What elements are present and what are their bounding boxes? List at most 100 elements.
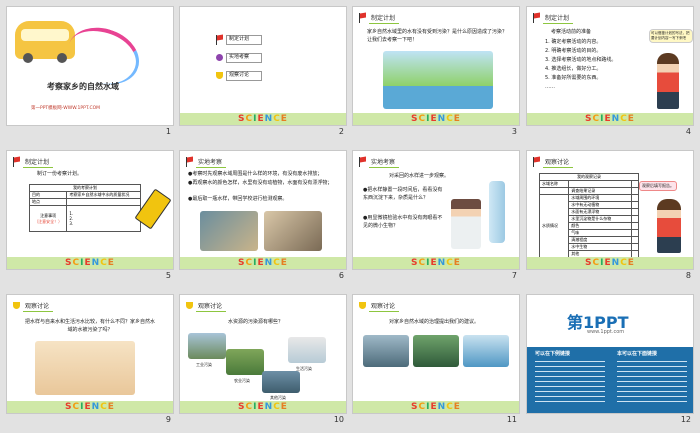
table-row: 注意事项 （注意安全！） 1. 2. 3. (28, 205, 141, 232)
observation-table: 我的观察记录 水域名称 调查结果记录 水质情况 水域周围的环境 水中有无动植物 水… (538, 173, 639, 258)
slide-thumbnail-7[interactable]: 实地考察 对采回的水样进一步观察。 ●把水样静置一段时间后，看看没有东西沉淀下来… (353, 151, 519, 282)
slide-number: 5 (165, 271, 171, 280)
children-studying-illustration (35, 341, 135, 395)
water-bottle-illustration (489, 181, 505, 243)
science-wordmark: SCIENCE (411, 402, 461, 412)
speech-bubble: 可以借鉴计划的写法，把要计划内容一写下来吧 (649, 29, 693, 43)
science-letter: C (418, 258, 427, 268)
slide-8-card: 观察讨论 我的观察记录 水域名称 调查结果记录 水质情况 水域周围的环境 水中有无… (527, 151, 693, 269)
slide-footer: SCIENCE (180, 257, 346, 269)
science-letter: E (280, 402, 288, 412)
slide-7-card: 实地考察 对采回的水样进一步观察。 ●把水样静置一段时间后，看看没有东西沉淀下来… (353, 151, 519, 269)
science-letter: N (437, 402, 447, 412)
science-letter: N (91, 258, 101, 268)
link-list-left (535, 361, 605, 405)
footer-link[interactable]: 第一PPT模板网-WWW.1PPT.COM (31, 105, 100, 113)
teacher-illustration (657, 199, 681, 253)
water-treatment-photo-3 (463, 335, 509, 367)
table-row: 目的 考察家乡自然水域中水的质量状况 (28, 191, 141, 199)
link-list-right (617, 361, 687, 405)
science-letter: C (418, 402, 427, 412)
slide-thumbnail-4[interactable]: 制定计划 考察活动前的准备 1. 确定考察活动的内容。 2. 明确考察活动的目的… (527, 7, 693, 138)
slide-header: 观察讨论 (533, 156, 574, 168)
science-letter: E (280, 258, 288, 268)
science-letter: E (107, 258, 115, 268)
science-letter: C (72, 402, 81, 412)
science-letter: N (264, 114, 274, 124)
slide-thumbnail-1[interactable]: 考察家乡的自然水域 第一PPT模板网-WWW.1PPT.COM 1 (7, 7, 173, 138)
science-letter: E (453, 258, 461, 268)
slide-number: 8 (685, 271, 691, 280)
table-title: 我的观察记录 (539, 173, 639, 181)
science-letter: E (430, 258, 438, 268)
photo-label: 工业污染 (196, 362, 212, 367)
science-letter: E (84, 402, 92, 412)
science-wordmark: SCIENCE (238, 258, 288, 268)
slide-header: 制定计划 (359, 12, 400, 24)
science-letter: C (446, 258, 454, 268)
slide-thumbnail-6[interactable]: 实地考察 ●考察时先观察水域周围是什么样的环境，有没有废水排放； ●再观察水的颜… (180, 151, 346, 282)
slide-number: 9 (165, 415, 171, 424)
slide-footer: SCIENCE (7, 401, 173, 413)
slide-5-card: 制定计划 制订一份考察计划。 我的考察计划 目的 考察家乡自然水域中水的质量状况 … (7, 151, 173, 269)
science-letter: S (238, 402, 246, 412)
site-url: www.1ppt.com (587, 329, 625, 335)
slide-thumbnail-11[interactable]: 观察讨论 对家乡自然水域的治理提出我们的建议。 SCIENCE 11 (353, 295, 519, 426)
slide-header: 制定计划 (533, 12, 574, 24)
slide-footer: SCIENCE (353, 401, 519, 413)
slide-body-text: 水资源的污染源有哪些？ (228, 319, 284, 325)
slide-thumbnail-9[interactable]: 观察讨论 把水样与自来水和生活污水比较，有什么不同？家乡自然水域的水被污染了吗？… (7, 295, 173, 426)
slide-thumbnail-2[interactable]: 制定计划 实地考察 观察讨论 SCIENCE 2 (180, 7, 346, 138)
bullet-text: ●再观察水的颜色怎样，水里有没有动植物，水面有没有漂浮物； (188, 180, 333, 186)
science-wordmark: SCIENCE (585, 114, 635, 124)
science-letter: E (257, 114, 265, 124)
slide-number: 6 (338, 271, 344, 280)
science-wordmark: SCIENCE (585, 258, 635, 268)
science-letter: E (280, 114, 288, 124)
slide-body-text: 家乡自然水域里的水有没有受到污染？是什么原因造成了污染？让我们去考察一下吧！ (367, 29, 508, 43)
slide-11-card: 观察讨论 对家乡自然水域的治理提出我们的建议。 SCIENCE (353, 295, 519, 413)
science-letter: N (437, 114, 447, 124)
science-letter: E (257, 258, 265, 268)
right-link-title[interactable]: 本可以在下面链接 (617, 351, 657, 359)
agenda-item-2: 实地考察 (216, 53, 263, 63)
science-letter: C (245, 402, 254, 412)
list-item: …… (545, 84, 555, 90)
science-wordmark: SCIENCE (65, 258, 115, 268)
science-letter: E (430, 114, 438, 124)
slide-thumbnail-5[interactable]: 制定计划 制订一份考察计划。 我的考察计划 目的 考察家乡自然水域中水的质量状况 … (7, 151, 173, 282)
slide-footer: SCIENCE (527, 257, 693, 269)
trophy-icon (359, 302, 366, 309)
list-item: 4. 推选组长，做好分工。 (545, 66, 602, 72)
science-letter: E (604, 258, 612, 268)
safety-note: （注意安全！） (34, 218, 63, 224)
science-wordmark: SCIENCE (65, 402, 115, 412)
science-letter: S (585, 258, 593, 268)
red-flag-icon (359, 12, 367, 23)
slide-thumbnail-3[interactable]: 制定计划 家乡自然水域里的水有没有受到污染？是什么原因造成了污染？让我们去考察一… (353, 7, 519, 138)
speech-bubble: 观察后填写报告。 (639, 181, 677, 191)
science-letter: N (611, 114, 621, 124)
science-letter: E (453, 114, 461, 124)
list-item: 2. 明确考察活动的目的。 (545, 48, 602, 54)
science-letter: C (418, 114, 427, 124)
agenda-item-1: 制定计划 (216, 35, 263, 45)
left-link-title[interactable]: 可以在下例链接 (535, 351, 570, 359)
logo-banner: 第1PPT www.1ppt.com (527, 295, 693, 347)
water-treatment-photo-2 (413, 335, 459, 367)
science-wordmark: SCIENCE (411, 258, 461, 268)
slide-thumbnail-8[interactable]: 观察讨论 我的观察记录 水域名称 调查结果记录 水质情况 水域周围的环境 水中有无… (527, 151, 693, 282)
link-panel: 可以在下例链接 本可以在下面链接 (527, 347, 693, 413)
science-letter: S (411, 114, 419, 124)
field-photo-2 (264, 211, 322, 251)
slide-thumbnail-10[interactable]: 观察讨论 水资源的污染源有哪些？ 工业污染 农业污染 生活污染 其他污染 SCI… (180, 295, 346, 426)
slide-thumbnail-12[interactable]: 第1PPT www.1ppt.com 可以在下例链接 本可以在下面链接 12 (527, 295, 693, 426)
red-flag-icon (359, 156, 367, 167)
science-letter: C (72, 258, 81, 268)
science-letter: S (65, 258, 73, 268)
red-flag-icon (533, 12, 541, 23)
science-letter: C (620, 258, 628, 268)
science-letter: E (107, 402, 115, 412)
river-pollution-illustration (383, 51, 493, 109)
slide-footer: SCIENCE (527, 113, 693, 125)
